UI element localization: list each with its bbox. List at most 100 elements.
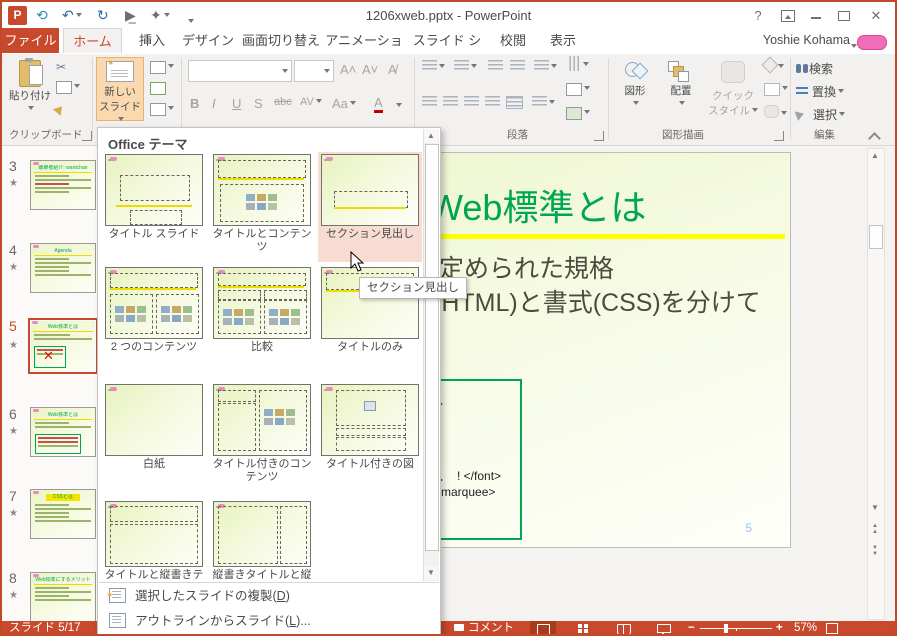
- align-right-button[interactable]: [464, 96, 479, 110]
- convert-smartart-button[interactable]: [566, 106, 590, 121]
- fit-to-window-icon[interactable]: [826, 623, 838, 634]
- align-center-button[interactable]: [443, 96, 458, 110]
- gallery-scroll-down-icon[interactable]: ▼: [424, 566, 438, 580]
- view-slideshow-button[interactable]: [650, 621, 676, 636]
- tab-review[interactable]: 校閲: [492, 28, 534, 53]
- scroll-up-icon[interactable]: ▲: [868, 149, 882, 163]
- clear-formatting-button[interactable]: A̸: [388, 62, 397, 77]
- zoom-out-button[interactable]: −: [688, 621, 695, 636]
- italic-button[interactable]: I: [212, 96, 216, 111]
- shadow-button[interactable]: S: [254, 96, 263, 111]
- slide-thumbnail-5-selected[interactable]: Web標準とは ✕: [28, 318, 98, 374]
- align-text-button[interactable]: [566, 82, 590, 97]
- reset-slide-button[interactable]: [150, 81, 166, 96]
- gallery-scrollbar[interactable]: ▲ ▼: [423, 129, 439, 581]
- slide-counter[interactable]: スライド 5/17: [9, 621, 81, 636]
- shape-fill-button[interactable]: [761, 56, 784, 74]
- close-button[interactable]: ✕: [869, 9, 883, 22]
- scrollbar-thumb[interactable]: [869, 225, 883, 249]
- slide-thumbnail-4[interactable]: Agenda: [30, 243, 96, 293]
- zoom-slider-thumb[interactable]: [724, 624, 728, 633]
- slide-body-line-2[interactable]: (HTML)と書式(CSS)を分けて: [433, 283, 761, 319]
- find-button[interactable]: 検索: [796, 60, 833, 77]
- slide-title-text[interactable]: Web標準とは: [429, 179, 646, 231]
- font-color-dropdown-icon[interactable]: [394, 98, 402, 113]
- layout-content-with-caption[interactable]: タイトル付きのコンテンツ: [210, 382, 314, 484]
- align-left-button[interactable]: [422, 96, 437, 110]
- next-slide-icon[interactable]: ▼ ▼: [868, 545, 882, 560]
- font-size-combo[interactable]: [294, 60, 334, 82]
- zoom-percentage[interactable]: 57%: [794, 621, 817, 636]
- decrease-indent-button[interactable]: [488, 60, 503, 74]
- layout-section-header[interactable]: セクション見出し: [318, 152, 422, 262]
- previous-slide-icon[interactable]: ▲ ▲: [868, 523, 882, 538]
- select-button[interactable]: 選択: [794, 106, 846, 123]
- ribbon-display-options-button[interactable]: [781, 9, 795, 22]
- tab-design[interactable]: デザイン: [180, 28, 236, 53]
- slide-thumbnail-7[interactable]: CSSとは: [30, 489, 96, 539]
- minimize-button[interactable]: [809, 9, 823, 22]
- layout-two-content[interactable]: 2 つのコンテンツ: [102, 265, 206, 354]
- columns-button[interactable]: [532, 96, 555, 110]
- arrange-button[interactable]: 配置: [660, 57, 702, 121]
- maximize-button[interactable]: [837, 9, 851, 22]
- line-spacing-button[interactable]: [534, 60, 557, 74]
- text-direction-button[interactable]: [566, 56, 589, 72]
- tab-insert[interactable]: 挿入: [130, 28, 174, 53]
- layout-title-and-content[interactable]: タイトルとコンテンツ: [210, 152, 314, 254]
- justify-button[interactable]: [485, 96, 500, 110]
- slide-thumbnail-6[interactable]: Web標準とは: [30, 407, 96, 457]
- strikethrough-button[interactable]: abc: [274, 96, 292, 108]
- font-color-button[interactable]: A: [374, 96, 383, 113]
- section-button[interactable]: [150, 102, 174, 117]
- increase-indent-button[interactable]: [510, 60, 525, 74]
- shapes-button[interactable]: 図形: [614, 57, 656, 121]
- slide-thumbnail-8[interactable]: Web標準にするメリット: [30, 572, 96, 622]
- account-name[interactable]: Yoshie Kohama: [763, 28, 850, 53]
- paragraph-dialog-launcher[interactable]: [594, 131, 604, 141]
- bold-button[interactable]: B: [190, 96, 199, 111]
- view-slide-sorter-button[interactable]: [570, 621, 596, 636]
- zoom-in-button[interactable]: +: [776, 621, 783, 636]
- tab-home[interactable]: ホーム: [63, 28, 122, 53]
- tab-transitions[interactable]: 画面切り替え: [242, 28, 320, 53]
- grow-font-button[interactable]: A˄: [340, 62, 356, 77]
- tab-slideshow[interactable]: スライド ショー: [408, 28, 486, 73]
- distribute-button[interactable]: [506, 96, 523, 112]
- shape-outline-button[interactable]: [764, 82, 788, 97]
- scroll-down-icon[interactable]: ▼: [868, 501, 882, 515]
- menu-duplicate-selected-slides[interactable]: 選択したスライドの複製(D): [99, 583, 439, 608]
- tab-view[interactable]: 表示: [542, 28, 584, 53]
- gallery-scrollbar-thumb[interactable]: [425, 144, 439, 551]
- avatar[interactable]: [857, 35, 887, 50]
- copy-button[interactable]: [56, 80, 80, 95]
- replace-button[interactable]: 置換: [796, 83, 845, 100]
- slide-layout-button[interactable]: [150, 60, 174, 75]
- slide-thumbnail-3[interactable]: 聴衆者紹介: wantchan: [30, 160, 96, 210]
- help-button[interactable]: ?: [751, 9, 765, 22]
- shape-effects-button[interactable]: [764, 105, 787, 121]
- slide-area-scrollbar[interactable]: ▲ ▼ ▲ ▲ ▼ ▼: [867, 148, 885, 620]
- paste-button[interactable]: 貼り付け: [7, 57, 53, 121]
- font-name-combo[interactable]: [188, 60, 292, 82]
- quick-styles-button[interactable]: クイック スタイル: [706, 57, 760, 121]
- gallery-scroll-up-icon[interactable]: ▲: [424, 129, 438, 143]
- menu-slides-from-outline[interactable]: アウトラインからスライド(L)...: [99, 609, 439, 633]
- change-case-button[interactable]: Aa: [332, 96, 356, 111]
- character-spacing-button[interactable]: AV: [300, 96, 322, 108]
- slide-canvas[interactable]: Web標準とは 定められた規格 (HTML)と書式(CSS)を分けて ! </f…: [424, 152, 791, 548]
- layout-comparison[interactable]: 比較: [210, 265, 314, 354]
- new-slide-button[interactable]: 新しい スライド: [96, 57, 144, 121]
- bullets-button[interactable]: [422, 60, 445, 74]
- layout-blank[interactable]: 白紙: [102, 382, 206, 471]
- format-painter-button[interactable]: [52, 99, 70, 117]
- shrink-font-button[interactable]: A˅: [362, 62, 378, 77]
- underline-button[interactable]: U: [232, 96, 241, 111]
- numbering-button[interactable]: [454, 60, 477, 74]
- layout-title-and-vertical-text[interactable]: タイトルと縦書きテキスト: [102, 499, 206, 579]
- layout-title-slide[interactable]: タイトル スライド: [102, 152, 206, 241]
- tab-animations[interactable]: アニメーション: [324, 28, 404, 73]
- cut-button[interactable]: ✂: [56, 60, 66, 74]
- comments-button[interactable]: コメント: [454, 621, 514, 636]
- tab-file[interactable]: ファイル: [2, 28, 59, 53]
